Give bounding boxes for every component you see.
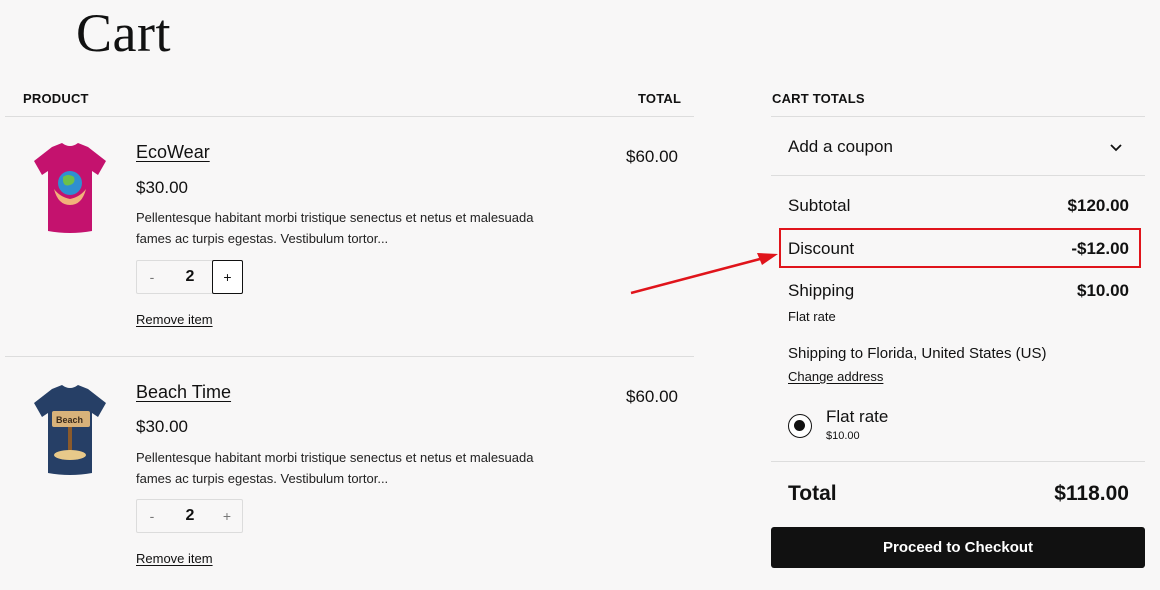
annotation-arrow-icon bbox=[630, 253, 778, 295]
proceed-to-checkout-button[interactable]: Proceed to Checkout bbox=[771, 527, 1145, 568]
tshirt-globe-icon bbox=[34, 143, 106, 233]
product-column-header: PRODUCT bbox=[23, 91, 89, 106]
totals-header-divider bbox=[771, 116, 1145, 117]
flat-rate-radio[interactable] bbox=[788, 414, 812, 438]
quantity-stepper: - 2 + bbox=[136, 499, 243, 533]
quantity-stepper: - 2 + bbox=[136, 260, 243, 294]
product-price: $30.00 bbox=[136, 417, 188, 436]
product-name-link[interactable]: EcoWear bbox=[136, 142, 210, 163]
shipping-method: Flat rate bbox=[788, 309, 836, 324]
line-total: $60.00 bbox=[626, 147, 678, 166]
quantity-input[interactable]: 2 bbox=[175, 261, 205, 293]
tshirt-beach-sign-icon: Beach bbox=[34, 385, 106, 475]
discount-value: -$12.00 bbox=[1071, 239, 1129, 258]
product-description: Pellentesque habitant morbi tristique se… bbox=[136, 210, 534, 246]
shipping-label: Shipping bbox=[788, 281, 855, 300]
subtotal-value: $120.00 bbox=[1067, 196, 1129, 215]
decrease-quantity-button[interactable]: - bbox=[137, 261, 167, 293]
total-column-header: TOTAL bbox=[638, 91, 682, 106]
increase-quantity-button[interactable]: + bbox=[212, 500, 242, 532]
product-name-link[interactable]: Beach Time bbox=[136, 382, 231, 403]
remove-item-link[interactable]: Remove item bbox=[136, 551, 213, 566]
line-total: $60.00 bbox=[626, 387, 678, 406]
product-price: $30.00 bbox=[136, 178, 188, 197]
svg-text:Beach: Beach bbox=[56, 415, 83, 425]
remove-item-link[interactable]: Remove item bbox=[136, 312, 213, 327]
total-value: $118.00 bbox=[1054, 482, 1129, 505]
coupon-divider bbox=[771, 175, 1145, 176]
cart-item: EcoWear $30.00 Pellentesque habitant mor… bbox=[0, 117, 695, 357]
total-divider bbox=[771, 461, 1145, 462]
product-description: Pellentesque habitant morbi tristique se… bbox=[136, 450, 534, 486]
decrease-quantity-button[interactable]: - bbox=[137, 500, 167, 532]
total-label: Total bbox=[788, 482, 837, 505]
shipping-destination: Shipping to Florida, United States (US) bbox=[788, 345, 1047, 362]
change-address-link[interactable]: Change address bbox=[788, 369, 883, 384]
page-title: Cart bbox=[76, 3, 171, 63]
rate-option-label[interactable]: Flat rate bbox=[826, 407, 888, 427]
cart-item: Beach Beach Time $30.00 Pellentesque hab… bbox=[0, 357, 695, 590]
shipping-value: $10.00 bbox=[1077, 281, 1129, 300]
chevron-down-icon[interactable] bbox=[1108, 139, 1124, 155]
add-coupon-toggle[interactable]: Add a coupon bbox=[788, 137, 893, 157]
cart-totals-header: CART TOTALS bbox=[772, 91, 865, 106]
rate-option-price: $10.00 bbox=[826, 430, 860, 442]
quantity-input[interactable]: 2 bbox=[175, 500, 205, 532]
subtotal-label: Subtotal bbox=[788, 196, 851, 215]
increase-quantity-button[interactable]: + bbox=[212, 260, 243, 294]
